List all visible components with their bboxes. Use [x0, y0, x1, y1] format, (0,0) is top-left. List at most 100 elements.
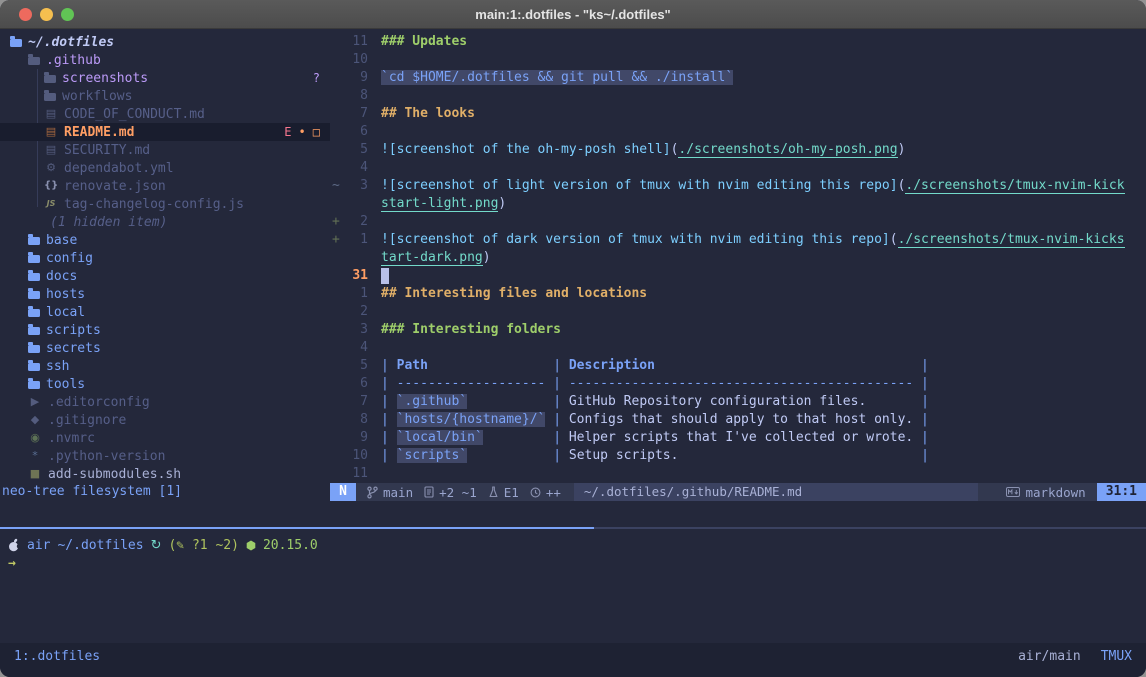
- editor-line[interactable]: ~3![screenshot of light version of tmux …: [330, 177, 1146, 195]
- editor-line[interactable]: 7## The looks: [330, 105, 1146, 123]
- editor-line[interactable]: 10: [330, 51, 1146, 69]
- tree-item-dependabot.yml[interactable]: ⚙ dependabot.yml: [0, 159, 330, 177]
- editor-buffer[interactable]: 11### Updates109`cd $HOME/.dotfiles && g…: [330, 33, 1146, 483]
- prompt-git-status: (✎ ?1 ~2): [168, 538, 238, 553]
- editor-line[interactable]: 5| Path | Description |: [330, 357, 1146, 375]
- gutter-sign: [330, 447, 344, 465]
- sync-icon: ↻: [151, 538, 162, 553]
- gutter-sign: [330, 375, 344, 393]
- shell-input-line[interactable]: →: [0, 554, 1146, 572]
- tree-item-secrets[interactable]: secrets: [0, 339, 330, 357]
- editor-line[interactable]: 8| `hosts/{hostname}/` | Configs that sh…: [330, 411, 1146, 429]
- cursor-position: 31:1: [1097, 483, 1146, 501]
- line-number: 7: [344, 393, 368, 411]
- file-path: ~/.dotfiles/.github/README.md: [574, 483, 978, 501]
- line-number: 5: [344, 357, 368, 375]
- tree-item-label: screenshots: [62, 71, 148, 86]
- gear-file-icon: ⚙: [44, 161, 58, 175]
- editor-line[interactable]: 7| `.github` | GitHub Repository configu…: [330, 393, 1146, 411]
- folder-icon: [28, 291, 40, 299]
- editor-line[interactable]: 4: [330, 159, 1146, 177]
- editor-line[interactable]: 31: [330, 267, 1146, 285]
- line-number: 2: [344, 303, 368, 321]
- filetype-item: markdown: [1006, 485, 1085, 500]
- line-text: tart-dark.png): [381, 249, 491, 267]
- editor-line[interactable]: +1![screenshot of dark version of tmux w…: [330, 231, 1146, 249]
- tree-item-.editorconfig[interactable]: ▶.editorconfig: [0, 393, 330, 411]
- tree-item-hosts[interactable]: hosts: [0, 285, 330, 303]
- tree-item-security.md[interactable]: ▤SECURITY.md: [0, 141, 330, 159]
- tree-item-readme.md[interactable]: ▤README.mdE•□: [0, 123, 330, 141]
- tree-item-label: dependabot.yml: [64, 161, 174, 176]
- gutter-sign: [330, 429, 344, 447]
- editor-line[interactable]: 11### Updates: [330, 33, 1146, 51]
- editor-line[interactable]: 11: [330, 465, 1146, 483]
- shell-pane[interactable]: air ~/.dotfiles ↻ (✎ ?1 ~2) 20.15.0 →: [0, 529, 1146, 643]
- tree-item-tools[interactable]: tools: [0, 375, 330, 393]
- tmux-window-label[interactable]: 1:.dotfiles: [14, 649, 100, 664]
- editor-line[interactable]: 9`cd $HOME/.dotfiles && git pull && ./in…: [330, 69, 1146, 87]
- editor-line[interactable]: 4: [330, 339, 1146, 357]
- tree-item--1-hidden-item-[interactable]: (1 hidden item): [0, 213, 330, 231]
- editor-line[interactable]: 10| `scripts` | Setup scripts. |: [330, 447, 1146, 465]
- hexdot-file-icon: ◉: [28, 431, 42, 445]
- zoom-button[interactable]: [61, 8, 74, 21]
- minimize-button[interactable]: [40, 8, 53, 21]
- tree-item-tag-changelog-config.js[interactable]: JStag-changelog-config.js: [0, 195, 330, 213]
- editor-line[interactable]: 6| ------------------- | ---------------…: [330, 375, 1146, 393]
- prompt-cwd: ~/.dotfiles: [57, 538, 143, 553]
- tree-item-label: ssh: [46, 359, 69, 374]
- tree-item-~-.dotfiles[interactable]: ~/.dotfiles: [0, 33, 330, 51]
- editor-line[interactable]: 2: [330, 303, 1146, 321]
- gutter-sign: [330, 267, 344, 285]
- tree-item-docs[interactable]: docs: [0, 267, 330, 285]
- line-number: [344, 249, 368, 267]
- play-file-icon: ▶: [28, 395, 42, 409]
- tree-item-code-of-conduct.md[interactable]: ▤CODE_OF_CONDUCT.md: [0, 105, 330, 123]
- square-file-icon: ■: [28, 467, 42, 481]
- shell-prompt: air ~/.dotfiles ↻ (✎ ?1 ~2) 20.15.0: [0, 536, 1146, 554]
- tree-item-base[interactable]: base: [0, 231, 330, 249]
- md-file-icon: ▤: [44, 143, 58, 157]
- gutter-sign: [330, 321, 344, 339]
- gutter-sign: [330, 69, 344, 87]
- tree-item-.python-version[interactable]: *.python-version: [0, 447, 330, 465]
- editor-line[interactable]: 6: [330, 123, 1146, 141]
- gutter-sign: [330, 249, 344, 267]
- diagnostics-item: E1: [488, 485, 519, 500]
- editor-line[interactable]: 1## Interesting files and locations: [330, 285, 1146, 303]
- gutter-sign: [330, 123, 344, 141]
- tree-item-workflows[interactable]: workflows: [0, 87, 330, 105]
- gutter-sign: +: [330, 213, 344, 231]
- prompt-arrow: →: [8, 556, 16, 571]
- git-branch-icon: [367, 486, 378, 499]
- editor-line[interactable]: 5![screenshot of the oh-my-posh shell](.…: [330, 141, 1146, 159]
- editor-line[interactable]: 8: [330, 87, 1146, 105]
- tree-item-ssh[interactable]: ssh: [0, 357, 330, 375]
- window-title: main:1:.dotfiles - "ks~/.dotfiles": [475, 7, 670, 22]
- editor-line[interactable]: +2: [330, 213, 1146, 231]
- tree-item-scripts[interactable]: scripts: [0, 321, 330, 339]
- flask-icon: [488, 486, 499, 498]
- status-mark: •: [299, 125, 306, 139]
- tree-item-renovate.json[interactable]: {}renovate.json: [0, 177, 330, 195]
- clock-icon: [530, 487, 541, 498]
- gutter-sign: [330, 357, 344, 375]
- editor-line[interactable]: 9| `local/bin` | Helper scripts that I'v…: [330, 429, 1146, 447]
- editor-line[interactable]: 3### Interesting folders: [330, 321, 1146, 339]
- tree-item-label: .github: [46, 53, 101, 68]
- tree-item-.github[interactable]: .github: [0, 51, 330, 69]
- editor-line[interactable]: tart-dark.png): [330, 249, 1146, 267]
- tree-item-.gitignore[interactable]: ◆.gitignore: [0, 411, 330, 429]
- line-number: 4: [344, 339, 368, 357]
- line-number: 11: [344, 33, 368, 51]
- tree-item-config[interactable]: config: [0, 249, 330, 267]
- braces-file-icon: {}: [44, 179, 58, 193]
- tree-item-screenshots[interactable]: screenshots?: [0, 69, 330, 87]
- editor-line[interactable]: start-light.png): [330, 195, 1146, 213]
- tree-item-marks: E•□: [284, 125, 320, 139]
- tree-item-local[interactable]: local: [0, 303, 330, 321]
- tree-item-add-submodules.sh[interactable]: ■add-submodules.sh: [0, 465, 330, 483]
- tree-item-.nvmrc[interactable]: ◉.nvmrc: [0, 429, 330, 447]
- close-button[interactable]: [19, 8, 32, 21]
